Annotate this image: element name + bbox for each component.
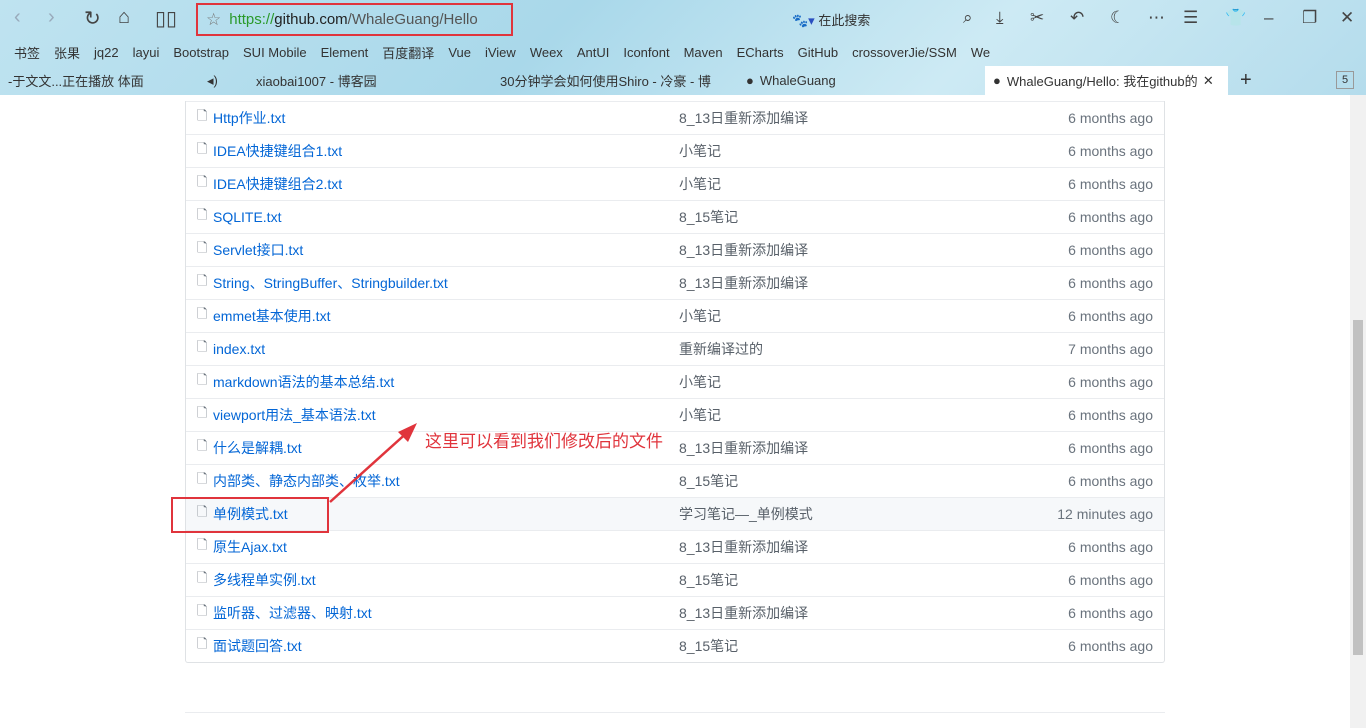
annotation-text: 这里可以看到我们修改后的文件: [425, 432, 663, 452]
annotation-arrow: [329, 423, 417, 503]
